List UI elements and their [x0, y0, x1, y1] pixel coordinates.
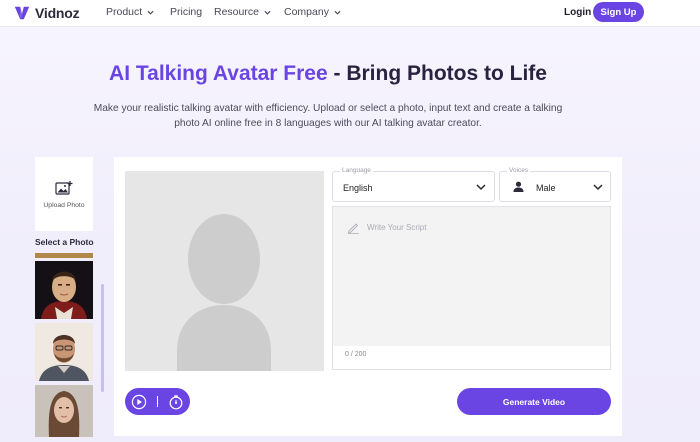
chevron-down-icon [593, 184, 603, 191]
audio-preview-controls [125, 388, 190, 415]
login-link[interactable]: Login [564, 7, 591, 18]
image-upload-icon [55, 180, 73, 195]
language-label: Language [340, 167, 373, 174]
pencil-icon [347, 223, 359, 234]
vidnoz-logo-icon [14, 6, 30, 20]
page-subtitle: Make your realistic talking avatar with … [93, 103, 563, 129]
avatar-placeholder-icon [125, 171, 324, 371]
person-icon [513, 181, 524, 192]
chevron-down-icon [264, 10, 271, 15]
top-navbar: Vidnoz Product Pricing Resource Company … [0, 0, 700, 27]
character-counter: 0 / 200 [345, 351, 367, 358]
script-placeholder: Write Your Script [367, 223, 427, 232]
upload-photo-button[interactable]: Upload Photo [35, 157, 93, 231]
chevron-down-icon [334, 10, 341, 15]
player-divider [157, 396, 158, 407]
nav-resource[interactable]: Resource [214, 6, 271, 18]
woman-portrait-image [35, 385, 93, 437]
generate-video-button[interactable]: Generate Video [457, 388, 611, 415]
photo-thumbnail-portrait-painting[interactable] [35, 261, 93, 319]
script-footer [333, 346, 610, 369]
nav-pricing-label: Pricing [170, 6, 203, 18]
photo-thumbnail-man[interactable] [35, 323, 93, 381]
avatar-preview [125, 171, 324, 371]
vidnoz-logo[interactable]: Vidnoz [13, 3, 80, 23]
photo-thumbnail-woman[interactable] [35, 385, 93, 437]
chevron-down-icon [476, 184, 486, 191]
nav-pricing[interactable]: Pricing [170, 6, 202, 18]
brand-name: Vidnoz [35, 5, 80, 21]
select-photo-heading: Select a Photo [35, 237, 94, 247]
nav-product-label: Product [106, 6, 143, 18]
man-portrait-image [35, 323, 93, 381]
photo-thumbnail-partial[interactable] [35, 253, 93, 258]
signup-button[interactable]: Sign Up [593, 2, 644, 22]
page-title-rest: - Bring Photos to Life [327, 62, 547, 85]
voices-value: Male [536, 183, 556, 193]
language-value: English [343, 183, 373, 193]
photo-list-scrollbar[interactable] [101, 284, 104, 392]
language-select[interactable]: English [332, 171, 495, 202]
nav-resource-label: Resource [214, 6, 259, 18]
portrait-painting-image [35, 261, 93, 319]
page-title-accent: AI Talking Avatar Free [109, 62, 328, 85]
upload-photo-label: Upload Photo [43, 201, 85, 209]
nav-product[interactable]: Product [106, 6, 154, 18]
chevron-down-icon [147, 10, 154, 15]
voices-select[interactable]: Male [499, 171, 611, 202]
nav-company-label: Company [284, 6, 329, 18]
play-icon[interactable] [131, 394, 147, 410]
speed-timer-icon[interactable] [168, 394, 184, 410]
page-title: AI Talking Avatar Free - Bring Photos to… [0, 62, 656, 86]
nav-company[interactable]: Company [284, 6, 341, 18]
voices-label: Voices [507, 167, 531, 174]
